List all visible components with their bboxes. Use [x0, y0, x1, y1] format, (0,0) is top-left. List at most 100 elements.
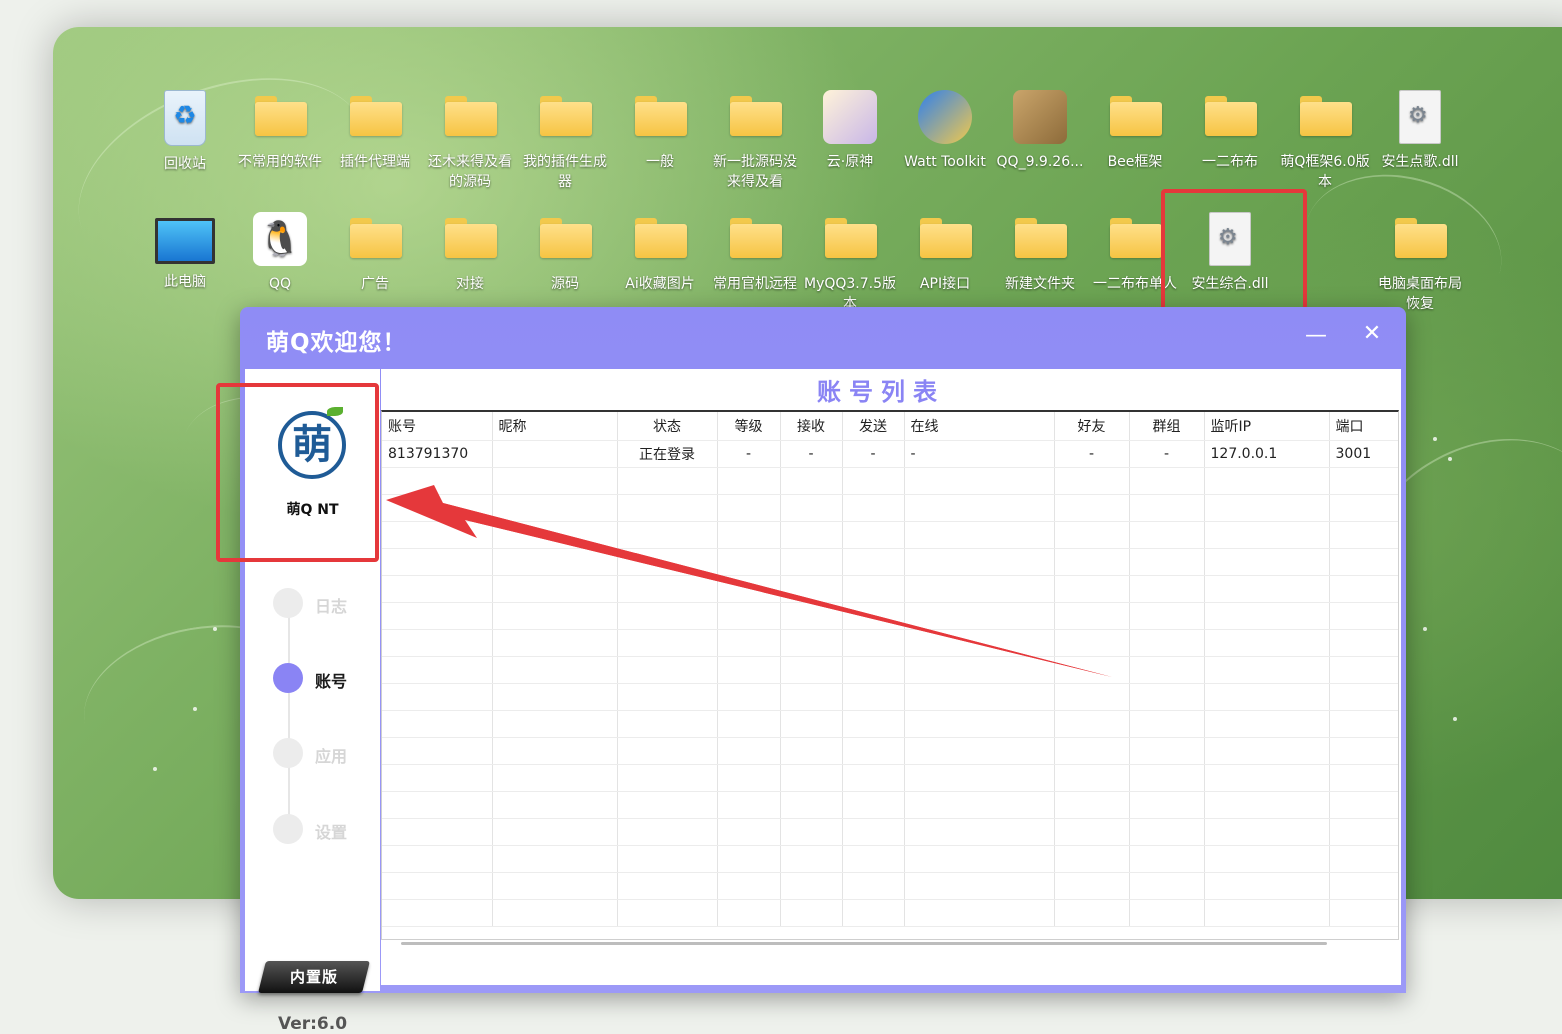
close-button[interactable]: ✕ [1361, 323, 1383, 345]
empty-cell [780, 575, 843, 603]
empty-cell [1329, 521, 1398, 549]
watt-toolkit-icon [918, 90, 972, 144]
minimize-button[interactable]: — [1305, 325, 1327, 347]
table-row[interactable]: 813791370 正在登录 - - - - - - 127.0.0.1 300… [382, 440, 1398, 468]
folder-icon [443, 90, 497, 144]
desktop-icon-folder[interactable]: 还木来得及看的源码 [423, 90, 517, 192]
desktop-icon-folder[interactable]: 我的插件生成器 [518, 90, 612, 192]
desktop-icon-folder[interactable]: 萌Q框架6.0版本 [1278, 90, 1372, 192]
empty-cell [904, 791, 1055, 819]
column-header[interactable]: 接收 [780, 412, 843, 441]
desktop-icon-folder[interactable]: 对接 [423, 212, 517, 294]
empty-cell [904, 872, 1055, 900]
folder-icon [1013, 212, 1067, 266]
empty-cell [717, 791, 781, 819]
desktop-icon-folder[interactable]: 不常用的软件 [233, 90, 327, 172]
column-header[interactable]: 发送 [842, 412, 905, 441]
desktop-icon-this-pc[interactable]: 此电脑 [138, 212, 232, 292]
desktop-icon-folder[interactable]: MyQQ3.7.5版本 [803, 212, 897, 314]
empty-cell [617, 494, 718, 522]
empty-cell [492, 818, 618, 846]
desktop-icon-folder[interactable]: 一二布布 [1183, 90, 1277, 172]
column-header[interactable]: 好友 [1054, 412, 1130, 441]
empty-cell [780, 710, 843, 738]
column-header[interactable]: 监听IP [1204, 412, 1330, 441]
empty-table-row [382, 575, 1398, 603]
desktop-icon-folder[interactable]: 插件代理端 [328, 90, 422, 172]
desktop-icon-qq[interactable]: 🐧 QQ [233, 212, 327, 294]
empty-cell [842, 683, 905, 711]
empty-cell [780, 548, 843, 576]
desktop-icon-folder[interactable]: 新一批源码没来得及看 [708, 90, 802, 192]
empty-cell [717, 467, 781, 495]
column-header[interactable]: 等级 [717, 412, 781, 441]
empty-cell [492, 872, 618, 900]
desktop-icon-recycle-bin[interactable]: ♻ 回收站 [138, 90, 232, 174]
desktop-icon-label: 常用官机远程 [713, 276, 797, 292]
empty-cell [842, 899, 905, 927]
desktop-icon-qq-installer[interactable]: QQ_9.9.26... [993, 90, 1087, 172]
empty-cell [1204, 467, 1330, 495]
table-header-row: 账号 昵称 状态 等级 接收 发送 在线 好友 群组 监听IP 端口 [382, 412, 1398, 441]
empty-cell [1054, 548, 1130, 576]
empty-cell [492, 656, 618, 684]
desktop-icon-folder[interactable]: 源码 [518, 212, 612, 294]
empty-table-row [382, 845, 1398, 873]
nav-item-apps[interactable]: 应用 [273, 738, 373, 768]
empty-cell [382, 683, 493, 711]
column-header[interactable]: 账号 [382, 412, 493, 441]
empty-cell [904, 629, 1055, 657]
desktop-icon-label: 新一批源码没来得及看 [713, 154, 797, 190]
desktop-icon-folder[interactable]: 广告 [328, 212, 422, 294]
column-header[interactable]: 状态 [617, 412, 718, 441]
folder-icon [633, 90, 687, 144]
column-header[interactable]: 昵称 [492, 412, 618, 441]
desktop-icon-folder[interactable]: 电脑桌面布局恢复 [1373, 212, 1467, 314]
empty-cell [1329, 602, 1398, 630]
empty-cell [382, 494, 493, 522]
empty-cell [1204, 602, 1330, 630]
cell-account: 813791370 [382, 440, 493, 468]
edition-badge-text: 内置版 [289, 968, 338, 986]
desktop-icon-folder[interactable]: 一般 [613, 90, 707, 172]
nav-item-log[interactable]: 日志 [273, 588, 373, 618]
desktop-icon-folder[interactable]: Bee框架 [1088, 90, 1182, 172]
empty-table-row [382, 710, 1398, 738]
desktop-icon-label: 新建文件夹 [1005, 276, 1075, 292]
desktop-icon-folder[interactable]: API接口 [898, 212, 992, 294]
desktop-icon-genshin[interactable]: 云·原神 [803, 90, 897, 172]
empty-cell [617, 845, 718, 873]
desktop-icon-label: API接口 [919, 276, 971, 292]
empty-cell [842, 575, 905, 603]
nav-item-settings[interactable]: 设置 [273, 814, 373, 844]
empty-table-row [382, 521, 1398, 549]
horizontal-scrollbar[interactable] [401, 942, 1327, 945]
desktop-icon-dll[interactable]: ⚙ 安生点歌.dll [1373, 90, 1467, 172]
desktop-icon-folder[interactable]: 新建文件夹 [993, 212, 1087, 294]
column-header[interactable]: 群组 [1129, 412, 1205, 441]
empty-table-row [382, 818, 1398, 846]
empty-cell [1329, 845, 1398, 873]
empty-cell [492, 548, 618, 576]
desktop-icon-folder[interactable]: Ai收藏图片 [613, 212, 707, 294]
cell-groups: - [1129, 440, 1205, 468]
empty-cell [382, 602, 493, 630]
desktop-icon-watt-toolkit[interactable]: Watt Toolkit [898, 90, 992, 172]
nav-item-account[interactable]: 账号 [273, 663, 373, 693]
empty-cell [382, 818, 493, 846]
empty-cell [617, 656, 718, 684]
empty-cell [717, 656, 781, 684]
computer-icon [155, 218, 215, 264]
empty-cell [617, 764, 718, 792]
empty-cell [842, 710, 905, 738]
empty-cell [1054, 521, 1130, 549]
column-header[interactable]: 端口 [1329, 412, 1398, 441]
empty-cell [1129, 791, 1205, 819]
desktop-icon-folder[interactable]: 常用官机远程 [708, 212, 802, 294]
column-header[interactable]: 在线 [904, 412, 1055, 441]
empty-cell [1054, 467, 1130, 495]
empty-cell [1204, 845, 1330, 873]
empty-cell [1329, 656, 1398, 684]
desktop-icon-label: 插件代理端 [340, 154, 410, 170]
empty-cell [780, 899, 843, 927]
